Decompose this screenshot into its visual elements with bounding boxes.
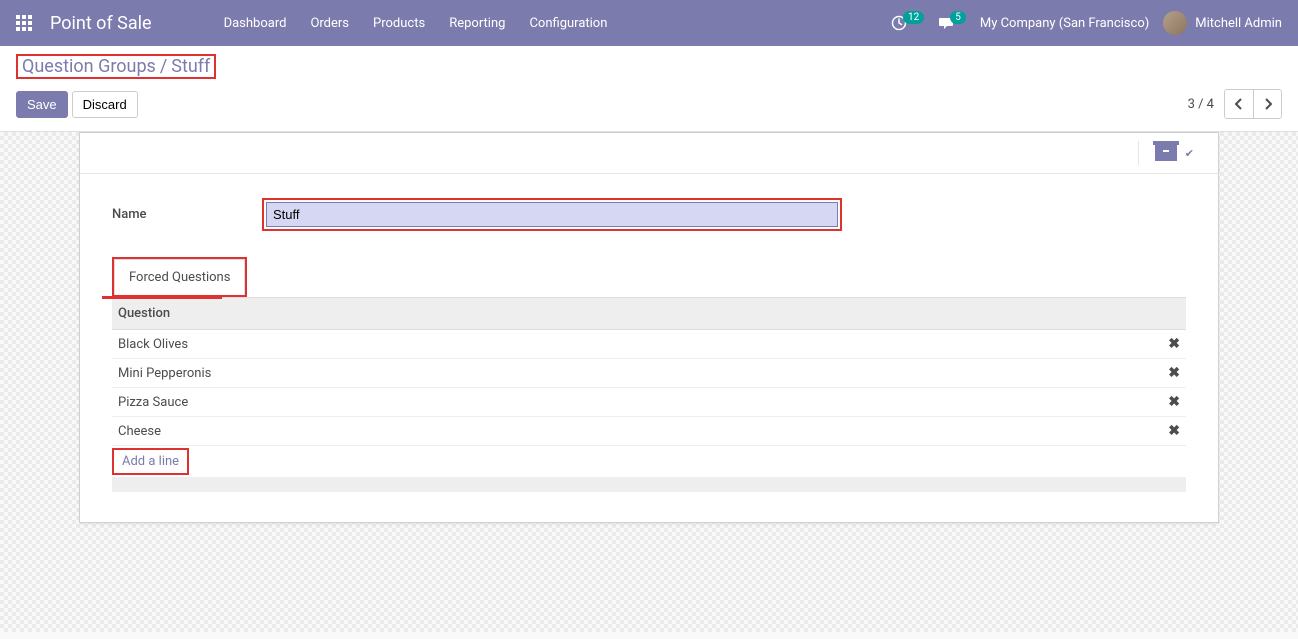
name-field-row: Name [112, 198, 1186, 231]
navbar: Point of Sale Dashboard Orders Products … [0, 0, 1298, 46]
breadcrumb-parent[interactable]: Question Groups [22, 56, 156, 77]
pager-info[interactable]: 3 / 4 [1188, 97, 1214, 112]
pager-prev-button[interactable] [1225, 90, 1253, 118]
tabs: Forced Questions [112, 257, 1186, 298]
nav-menu: Dashboard Orders Products Reporting Conf… [212, 16, 620, 31]
status-row: ✔ [80, 133, 1218, 174]
nav-right: 12 5 My Company (San Francisco) Mitchell… [891, 11, 1282, 35]
pager-next-button[interactable] [1253, 90, 1281, 118]
chevron-left-icon [1235, 98, 1243, 110]
nav-menu-products[interactable]: Products [361, 16, 437, 31]
add-line-highlight: Add a line [112, 448, 189, 475]
user-name: Mitchell Admin [1195, 16, 1282, 31]
archive-toggle[interactable]: ✔ [1138, 141, 1210, 165]
chevron-right-icon [1264, 98, 1272, 110]
form-sheet: ✔ Name Forced Questions [79, 132, 1219, 523]
col-header-question[interactable]: Question [112, 298, 1154, 330]
activity-badge: 12 [903, 11, 924, 24]
breadcrumb-separator: / [160, 56, 167, 77]
remove-row-button[interactable]: ✖ [1154, 388, 1186, 417]
discard-button[interactable]: Discard [72, 91, 138, 118]
nav-menu-configuration[interactable]: Configuration [517, 16, 619, 31]
app-brand[interactable]: Point of Sale [50, 13, 152, 34]
remove-row-button[interactable]: ✖ [1154, 359, 1186, 388]
question-cell[interactable]: Black Olives [112, 330, 1154, 359]
breadcrumb: Question Groups / Stuff [16, 54, 216, 79]
pager-buttons [1224, 89, 1282, 119]
remove-row-button[interactable]: ✖ [1154, 417, 1186, 446]
questions-table: Question Black Olives ✖ Mini Pepperonis … [112, 298, 1186, 492]
nav-menu-orders[interactable]: Orders [298, 16, 361, 31]
activity-indicator[interactable]: 12 [891, 15, 924, 31]
tab-forced-questions[interactable]: Forced Questions [114, 259, 245, 295]
company-switcher[interactable]: My Company (San Francisco) [980, 16, 1149, 31]
table-row[interactable]: Pizza Sauce ✖ [112, 388, 1186, 417]
control-panel: Question Groups / Stuff Save Discard 3 /… [0, 46, 1298, 132]
avatar [1163, 11, 1187, 35]
question-cell[interactable]: Mini Pepperonis [112, 359, 1154, 388]
messaging-indicator[interactable]: 5 [938, 15, 966, 31]
name-input-highlight [262, 198, 842, 231]
apps-icon[interactable] [16, 15, 32, 31]
tab-underline-highlight [102, 296, 222, 299]
table-footer-bar [112, 478, 1186, 492]
check-icon: ✔ [1185, 147, 1194, 160]
archive-icon [1155, 145, 1177, 161]
content-area: ✔ Name Forced Questions [0, 132, 1298, 632]
user-menu[interactable]: Mitchell Admin [1163, 11, 1282, 35]
nav-menu-reporting[interactable]: Reporting [437, 16, 517, 31]
question-cell[interactable]: Pizza Sauce [112, 388, 1154, 417]
add-line-row: Add a line [112, 446, 1186, 478]
messaging-badge: 5 [950, 11, 966, 24]
col-header-remove [1154, 298, 1186, 330]
save-button[interactable]: Save [16, 91, 68, 118]
table-row[interactable]: Black Olives ✖ [112, 330, 1186, 359]
breadcrumb-current: Stuff [171, 56, 210, 77]
add-line-link[interactable]: Add a line [122, 454, 179, 469]
nav-menu-dashboard[interactable]: Dashboard [212, 16, 299, 31]
question-cell[interactable]: Cheese [112, 417, 1154, 446]
name-label: Name [112, 207, 262, 222]
table-row[interactable]: Cheese ✖ [112, 417, 1186, 446]
tab-highlight: Forced Questions [112, 257, 247, 297]
name-input[interactable] [266, 202, 838, 227]
remove-row-button[interactable]: ✖ [1154, 330, 1186, 359]
table-row[interactable]: Mini Pepperonis ✖ [112, 359, 1186, 388]
